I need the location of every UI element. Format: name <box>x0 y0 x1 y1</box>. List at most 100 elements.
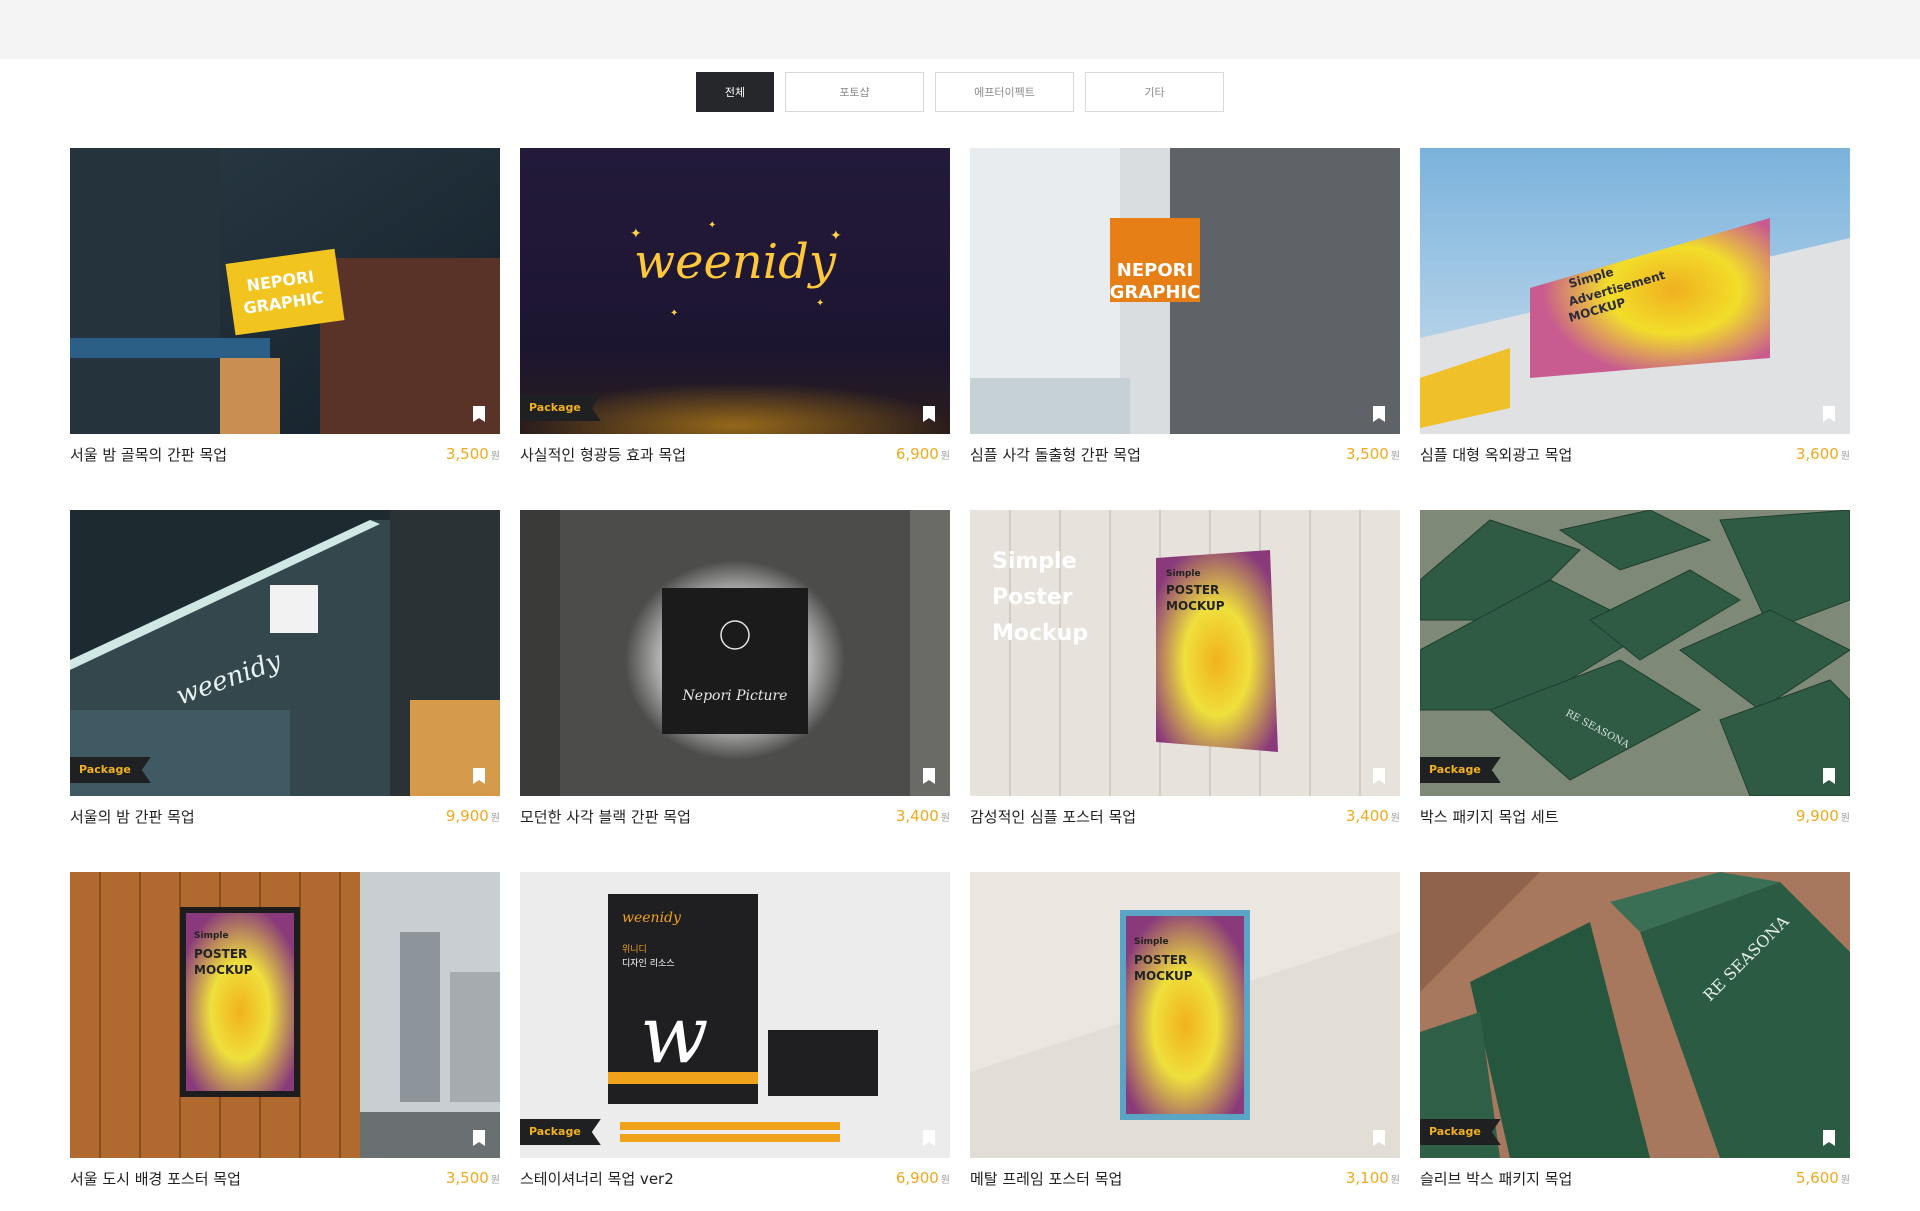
bookmark-icon[interactable] <box>471 405 487 423</box>
product-card[interactable]: weenidy 위니디 디자인 리소스 w Package 스테이셔너리 목업 … <box>520 872 950 1188</box>
category-filter: 전체 포토샵 에프터이펙트 기타 <box>696 72 1224 112</box>
neon-sign-image: weenidy ✦ ✦ ✦ ✦ ✦ <box>520 148 950 434</box>
product-thumbnail[interactable]: NEPORI GRAPHIC <box>970 148 1400 434</box>
svg-text:MOCKUP: MOCKUP <box>1134 969 1193 983</box>
svg-text:Simple: Simple <box>1134 937 1169 947</box>
svg-text:디자인 리소스: 디자인 리소스 <box>622 958 675 969</box>
box-package-set-image: RE SEASONA <box>1420 510 1850 796</box>
product-price: 3,500 원 <box>445 1169 500 1187</box>
protruding-sign-image: NEPORI GRAPHIC <box>970 148 1400 434</box>
svg-text:✦: ✦ <box>670 308 678 319</box>
svg-text:✦: ✦ <box>816 298 824 309</box>
night-alley-sign-image: NEPORI GRAPHIC <box>70 148 500 434</box>
svg-text:Mockup: Mockup <box>992 621 1088 646</box>
product-price: 3,400 원 <box>895 807 950 825</box>
black-square-sign-image: Nepori Picture <box>520 510 950 796</box>
product-thumbnail[interactable]: weenidy 위니디 디자인 리소스 w Package <box>520 872 950 1158</box>
product-thumbnail[interactable]: RE SEASONA Package <box>1420 872 1850 1158</box>
svg-text:POSTER: POSTER <box>194 947 247 961</box>
bookmark-icon[interactable] <box>921 1129 937 1147</box>
product-grid: NEPORI GRAPHIC 서울 밤 골목의 간판 목업 3,500 원 wee… <box>70 148 1850 1188</box>
product-card[interactable]: weenidy Package 서울의 밤 간판 목업 9,900 원 <box>70 510 500 826</box>
svg-text:POSTER: POSTER <box>1134 953 1187 967</box>
product-title: 서울의 밤 간판 목업 <box>70 807 195 826</box>
metal-frame-poster-image: Simple POSTER MOCKUP <box>970 872 1400 1158</box>
product-price: 5,600 원 <box>1795 1169 1850 1187</box>
package-badge: Package <box>520 395 601 421</box>
top-band <box>0 0 1920 59</box>
product-title: 메탈 프레임 포스터 목업 <box>970 1169 1123 1188</box>
product-title: 심플 대형 옥외광고 목업 <box>1420 445 1573 464</box>
svg-text:w: w <box>640 988 708 1081</box>
bookmark-icon[interactable] <box>1821 1129 1837 1147</box>
product-card[interactable]: RE SEASONA Package 슬리브 박스 패키지 목업 5,600 원 <box>1420 872 1850 1188</box>
svg-text:Simple: Simple <box>1166 569 1201 579</box>
product-price: 3,600 원 <box>1795 445 1850 463</box>
product-thumbnail[interactable]: Simple Advertisement MOCKUP <box>1420 148 1850 434</box>
bookmark-icon[interactable] <box>471 767 487 785</box>
city-poster-image: Simple POSTER MOCKUP <box>70 872 500 1158</box>
product-price: 3,100 원 <box>1345 1169 1400 1187</box>
product-price: 9,900 원 <box>1795 807 1850 825</box>
poster-on-wall-image: Simple Poster Mockup Simple POSTER MOCKU… <box>970 510 1400 796</box>
product-thumbnail[interactable]: Simple POSTER MOCKUP <box>970 872 1400 1158</box>
product-thumbnail[interactable]: NEPORI GRAPHIC <box>70 148 500 434</box>
svg-text:✦: ✦ <box>830 228 842 244</box>
bookmark-icon[interactable] <box>471 1129 487 1147</box>
product-title: 박스 패키지 목업 세트 <box>1420 807 1559 826</box>
filter-tab-all[interactable]: 전체 <box>696 72 774 112</box>
product-thumbnail[interactable]: RE SEASONA Package <box>1420 510 1850 796</box>
product-thumbnail[interactable]: weenidy ✦ ✦ ✦ ✦ ✦ Package <box>520 148 950 434</box>
bookmark-icon[interactable] <box>1371 767 1387 785</box>
product-thumbnail[interactable]: weenidy Package <box>70 510 500 796</box>
svg-text:MOCKUP: MOCKUP <box>194 963 253 977</box>
product-title: 스테이셔너리 목업 ver2 <box>520 1169 674 1188</box>
product-card[interactable]: RE SEASONA Package 박스 패키지 목업 세트 9,900 원 <box>1420 510 1850 826</box>
product-price: 3,400 원 <box>1345 807 1400 825</box>
filter-tab-etc[interactable]: 기타 <box>1085 72 1224 112</box>
product-card[interactable]: Simple Poster Mockup Simple POSTER MOCKU… <box>970 510 1400 826</box>
svg-text:Nepori Picture: Nepori Picture <box>682 688 788 704</box>
product-card[interactable]: NEPORI GRAPHIC 심플 사각 돌출형 간판 목업 3,500 원 <box>970 148 1400 464</box>
package-badge: Package <box>70 757 151 783</box>
product-title: 심플 사각 돌출형 간판 목업 <box>970 445 1141 464</box>
filter-tab-after-effects[interactable]: 에프터이펙트 <box>935 72 1074 112</box>
svg-text:GRAPHIC: GRAPHIC <box>1110 282 1201 303</box>
svg-text:Simple: Simple <box>194 931 229 941</box>
package-badge: Package <box>1420 757 1501 783</box>
product-card[interactable]: Nepori Picture 모던한 사각 블랙 간판 목업 3,400 원 <box>520 510 950 826</box>
bookmark-icon[interactable] <box>1371 405 1387 423</box>
product-price: 6,900 원 <box>895 1169 950 1187</box>
product-price: 3,500 원 <box>445 445 500 463</box>
product-title: 모던한 사각 블랙 간판 목업 <box>520 807 691 826</box>
bookmark-icon[interactable] <box>921 767 937 785</box>
product-thumbnail[interactable]: Nepori Picture <box>520 510 950 796</box>
product-card[interactable]: weenidy ✦ ✦ ✦ ✦ ✦ Package 사실적인 형광등 효과 목업… <box>520 148 950 464</box>
sleeve-box-image: RE SEASONA <box>1420 872 1850 1158</box>
product-price: 3,500 원 <box>1345 445 1400 463</box>
product-title: 감성적인 심플 포스터 목업 <box>970 807 1137 826</box>
product-title: 슬리브 박스 패키지 목업 <box>1420 1169 1573 1188</box>
bookmark-icon[interactable] <box>1371 1129 1387 1147</box>
product-card[interactable]: Simple POSTER MOCKUP 메탈 프레임 포스터 목업 3,100… <box>970 872 1400 1188</box>
svg-text:✦: ✦ <box>630 226 642 242</box>
product-card[interactable]: NEPORI GRAPHIC 서울 밤 골목의 간판 목업 3,500 원 <box>70 148 500 464</box>
seoul-night-storefront-image: weenidy <box>70 510 500 796</box>
svg-text:MOCKUP: MOCKUP <box>1166 599 1225 613</box>
bookmark-icon[interactable] <box>1821 767 1837 785</box>
svg-text:POSTER: POSTER <box>1166 583 1219 597</box>
product-thumbnail[interactable]: Simple POSTER MOCKUP <box>70 872 500 1158</box>
product-card[interactable]: Simple Advertisement MOCKUP 심플 대형 옥외광고 목… <box>1420 148 1850 464</box>
svg-text:Simple: Simple <box>992 549 1077 574</box>
svg-text:NEPORI: NEPORI <box>1117 260 1193 281</box>
package-badge: Package <box>520 1119 601 1145</box>
product-title: 서울 밤 골목의 간판 목업 <box>70 445 228 464</box>
stationery-image: weenidy 위니디 디자인 리소스 w <box>520 872 950 1158</box>
bookmark-icon[interactable] <box>1821 405 1837 423</box>
svg-text:위니디: 위니디 <box>622 944 647 955</box>
bookmark-icon[interactable] <box>921 405 937 423</box>
filter-tab-photoshop[interactable]: 포토샵 <box>785 72 924 112</box>
product-card[interactable]: Simple POSTER MOCKUP 서울 도시 배경 포스터 목업 3,5… <box>70 872 500 1188</box>
product-thumbnail[interactable]: Simple Poster Mockup Simple POSTER MOCKU… <box>970 510 1400 796</box>
product-price: 6,900 원 <box>895 445 950 463</box>
